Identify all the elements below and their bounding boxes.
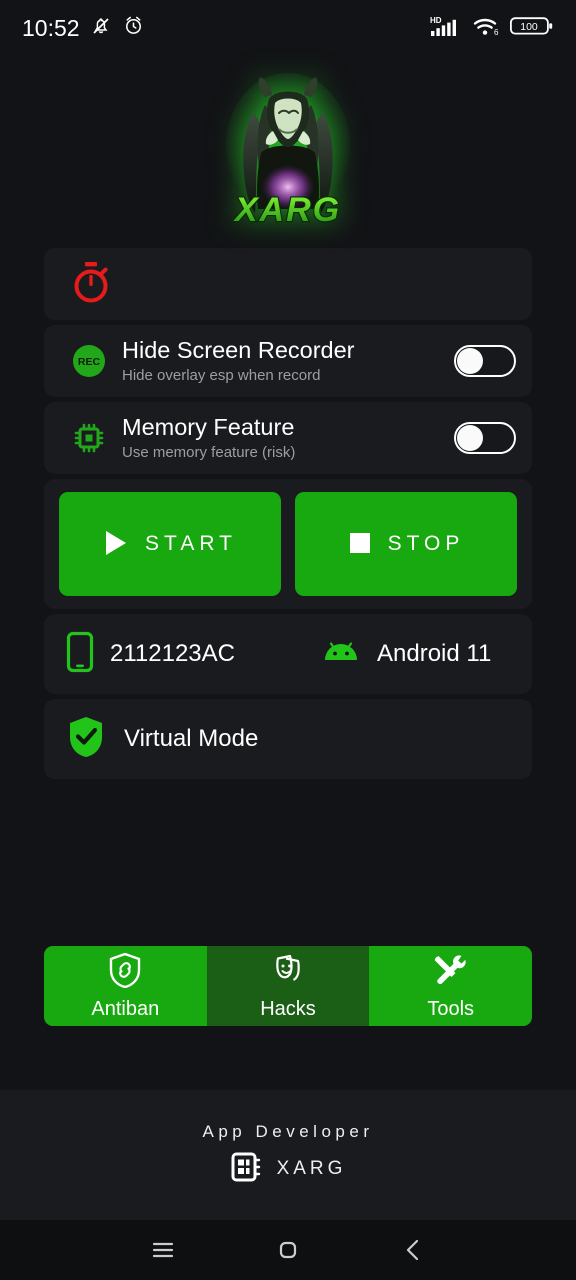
alarm-clock-icon [122,14,145,42]
device-model-cell: 2112123AC [66,631,321,678]
status-bar-left: 10:52 [22,14,145,43]
shield-link-icon [108,952,142,993]
memory-feature-toggle[interactable] [454,422,516,454]
wifi-icon: 6 [473,14,501,43]
toggle-knob [457,348,483,374]
tab-antiban-label: Antiban [91,997,160,1020]
battery-icon: 100 [509,15,554,42]
menu-icon[interactable] [148,1235,178,1265]
smartphone-icon [66,631,94,678]
tab-tools[interactable]: Tools [369,946,532,1026]
setting-row-memory-feature[interactable]: Memory Feature Use memory feature (risk) [44,402,532,474]
tab-hacks-label: Hacks [260,997,316,1020]
setting-subtitle: Hide overlay esp when record [122,366,321,384]
device-info-card: 2112123AC Android 11 [44,614,532,694]
hide-screen-recorder-toggle[interactable] [454,345,516,377]
svg-text:HD: HD [430,16,442,25]
svg-text:6: 6 [494,28,499,37]
main-content: REC Hide Screen Recorder Hide overlay es… [0,248,576,779]
bell-muted-icon [89,14,113,43]
chevron-left-icon[interactable] [398,1235,428,1265]
android-nav-bar [0,1220,576,1280]
timer-card[interactable] [44,248,532,320]
action-buttons-card: START STOP [44,479,532,609]
status-bar-right: HD 6 100 [430,14,554,43]
setting-title: Hide Screen Recorder [122,337,355,364]
footer-developer: XARG [230,1150,347,1189]
setting-row-hide-screen-recorder[interactable]: REC Hide Screen Recorder Hide overlay es… [44,325,532,397]
stop-button[interactable]: STOP [295,492,517,596]
footer-developer-name: XARG [276,1158,347,1179]
theater-masks-icon [270,952,306,993]
svg-text:REC: REC [78,356,101,368]
device-model-text: 2112123AC [110,640,235,667]
footer: App Developer XARG [0,1090,576,1220]
setting-text-block: Hide Screen Recorder Hide overlay esp wh… [112,337,454,384]
memory-chip-icon [66,421,112,455]
rec-badge-icon: REC [66,344,112,378]
setting-subtitle: Use memory feature (risk) [122,443,296,461]
tools-icon [433,952,469,993]
virtual-mode-card[interactable]: Virtual Mode [44,699,532,779]
stopwatch-icon[interactable] [70,260,112,309]
home-square-icon[interactable] [273,1235,303,1265]
tab-antiban[interactable]: Antiban [44,946,207,1026]
stop-button-label: STOP [387,532,465,555]
app-logo-container: XARG [0,58,576,248]
tab-tools-label: Tools [427,997,475,1020]
signal-bars-icon: HD [430,14,464,43]
device-os-text: Android 11 [377,640,492,667]
status-bar-clock: 10:52 [22,14,80,41]
play-icon [103,529,129,560]
shield-check-icon [66,715,106,764]
device-os-cell: Android 11 [321,639,491,670]
start-button[interactable]: START [59,492,281,596]
tab-hacks[interactable]: Hacks [206,946,370,1026]
square-stop-icon [348,531,372,558]
battery-level-text: 100 [520,21,538,33]
setting-text-block: Memory Feature Use memory feature (risk) [112,414,454,461]
bottom-tab-bar: Antiban Hacks Tools [44,946,532,1026]
chip-grid-icon [230,1150,264,1189]
virtual-mode-label: Virtual Mode [124,725,259,752]
status-bar: 10:52 HD 6 100 [0,0,576,56]
android-robot-icon [321,639,361,670]
toggle-knob [457,425,483,451]
xarg-logo: XARG [213,69,363,237]
logo-wordmark: XARG [233,191,341,229]
setting-title: Memory Feature [122,414,295,441]
start-button-label: START [145,532,237,555]
footer-title: App Developer [202,1121,374,1141]
